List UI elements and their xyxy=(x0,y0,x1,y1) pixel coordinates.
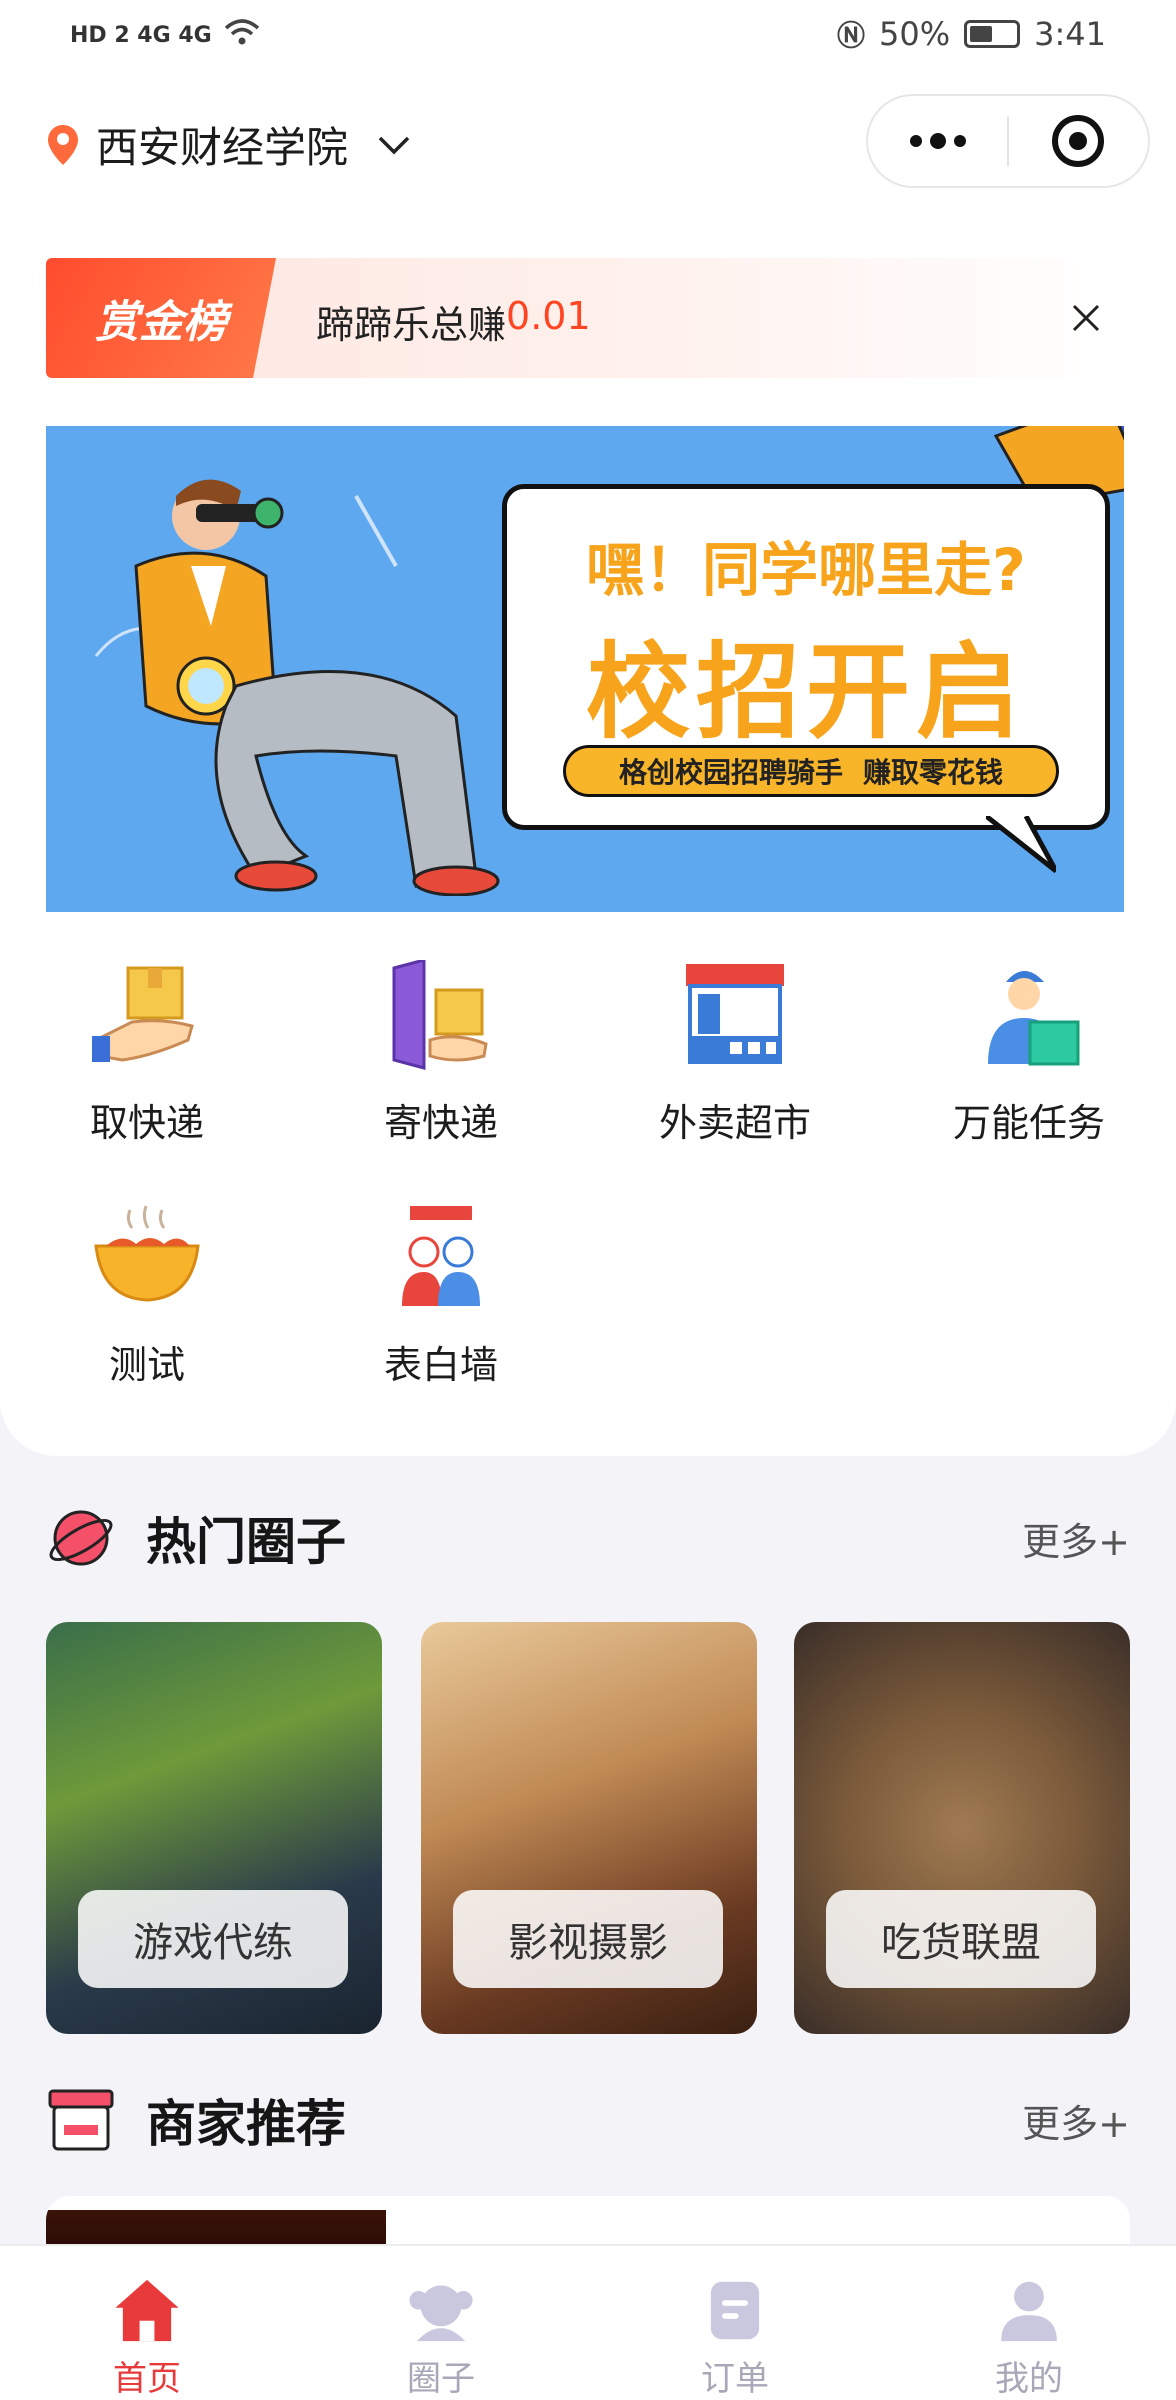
battery-icon xyxy=(964,20,1021,48)
battery-level xyxy=(970,26,993,42)
header: 西安财经学院 xyxy=(0,72,1176,212)
hot-pot-icon xyxy=(94,1205,200,1302)
close-icon[interactable] xyxy=(1056,288,1116,348)
banner-pill: 格创校园招聘骑手 赚取零花钱 xyxy=(563,745,1059,797)
service-label: 万能任务 xyxy=(952,1101,1105,1145)
dot xyxy=(953,135,966,147)
more-link[interactable]: 更多+ xyxy=(1022,1511,1130,1566)
close-mini-program-button[interactable] xyxy=(1009,96,1148,186)
couple-icon xyxy=(402,1206,480,1306)
clock: 3:41 xyxy=(1034,15,1106,53)
chevron-down-icon xyxy=(378,136,410,154)
service-label: 外卖超市 xyxy=(658,1101,811,1145)
tab-bar: 首页 圈子 订单 我的 xyxy=(0,2244,1176,2400)
circle-card-food[interactable]: 吃货联盟 xyxy=(794,1622,1130,2034)
circle-label: 影视摄影 xyxy=(453,1890,723,1988)
service-parcel-send[interactable]: 寄快递 xyxy=(294,960,588,1147)
status-right: Ⓝ 50% 3:41 xyxy=(837,14,1106,54)
more-menu-button[interactable] xyxy=(868,96,1007,186)
service-label: 取快递 xyxy=(89,1101,204,1145)
student-illustration xyxy=(94,479,500,896)
banner-pill-right: 赚取零花钱 xyxy=(863,756,1004,789)
section-title: 商家推荐 xyxy=(146,2095,346,2153)
nfc-icon: Ⓝ xyxy=(837,19,866,52)
tab-mine[interactable]: 我的 xyxy=(882,2246,1176,2400)
circle-card-gaming[interactable]: 游戏代练 xyxy=(46,1622,382,2034)
service-label: 表白墙 xyxy=(383,1343,498,1387)
service-parcel-pickup[interactable]: 取快递 xyxy=(0,960,294,1147)
service-test[interactable]: 测试 xyxy=(0,1202,294,1389)
service-label: 寄快递 xyxy=(383,1101,498,1145)
tab-home[interactable]: 首页 xyxy=(0,2246,294,2400)
banner-title: 校招开启 xyxy=(585,631,1026,753)
location-pin-icon xyxy=(48,124,78,165)
tab-label: 圈子 xyxy=(407,2359,475,2399)
banner-speech-bubble: 嘿！同学哪里走? 校招开启 格创校园招聘骑手 赚取零花钱 xyxy=(502,484,1110,830)
more-link[interactable]: 更多+ xyxy=(1022,2093,1130,2148)
location-name: 西安财经学院 xyxy=(96,123,349,172)
bounty-text: 蹄蹄乐总赚 0.01 xyxy=(316,294,591,349)
courier-icon xyxy=(988,971,1080,1066)
dot xyxy=(909,135,922,147)
location-selector[interactable]: 西安财经学院 xyxy=(48,114,412,175)
circle-card-film[interactable]: 影视摄影 xyxy=(421,1622,757,2034)
banner-subtitle: 嘿！同学哪里走? xyxy=(586,536,1026,604)
orders-icon xyxy=(710,2281,760,2340)
mini-program-capsule xyxy=(866,94,1150,188)
parcel-send-icon xyxy=(392,960,488,1070)
tab-label: 订单 xyxy=(701,2359,769,2399)
user-icon xyxy=(1001,2281,1057,2342)
shop-icon xyxy=(48,2089,114,2151)
tab-label: 首页 xyxy=(113,2359,181,2399)
circle-label: 游戏代练 xyxy=(78,1890,348,1988)
status-left: HD 2 4G 4G xyxy=(70,18,260,52)
bounty-tag: 赏金榜 xyxy=(46,258,276,378)
network-indicators: HD 2 4G 4G xyxy=(70,22,212,48)
tab-orders[interactable]: 订单 xyxy=(588,2246,882,2400)
store-icon xyxy=(686,964,784,1064)
banner-pill-left: 格创校园招聘骑手 xyxy=(618,756,843,789)
battery-percent: 50% xyxy=(879,15,951,53)
bounty-bar[interactable]: 赏金榜 蹄蹄乐总赚 0.01 xyxy=(46,258,1126,378)
status-bar: HD 2 4G 4G Ⓝ 50% 3:41 xyxy=(0,0,1176,72)
home-icon xyxy=(115,2279,179,2342)
planet-icon xyxy=(49,1510,113,1566)
recruitment-banner[interactable]: 嘿！同学哪里走? 校招开启 格创校园招聘骑手 赚取零花钱 xyxy=(46,426,1124,912)
wifi-icon xyxy=(224,18,260,52)
service-universal-task[interactable]: 万能任务 xyxy=(882,960,1176,1147)
service-confession-wall[interactable]: 表白墙 xyxy=(294,1202,588,1389)
section-title: 热门圈子 xyxy=(146,1513,346,1571)
service-label: 测试 xyxy=(108,1343,185,1387)
circle-label: 吃货联盟 xyxy=(826,1890,1096,1988)
merchants-header: 商家推荐 更多+ xyxy=(46,2080,1130,2160)
hot-circles-header: 热门圈子 更多+ xyxy=(46,1498,1130,1578)
parcel-pickup-icon xyxy=(92,966,194,1062)
circles-icon xyxy=(409,2285,473,2342)
tab-circles[interactable]: 圈子 xyxy=(294,2246,588,2400)
tab-label: 我的 xyxy=(995,2359,1063,2399)
bounty-amount: 0.01 xyxy=(506,294,591,338)
bounty-message: 蹄蹄乐总赚 xyxy=(316,303,507,347)
service-takeout-store[interactable]: 外卖超市 xyxy=(588,960,882,1147)
target-icon xyxy=(1052,115,1105,167)
dot xyxy=(929,133,946,149)
speech-bubble-tail xyxy=(986,816,1056,873)
